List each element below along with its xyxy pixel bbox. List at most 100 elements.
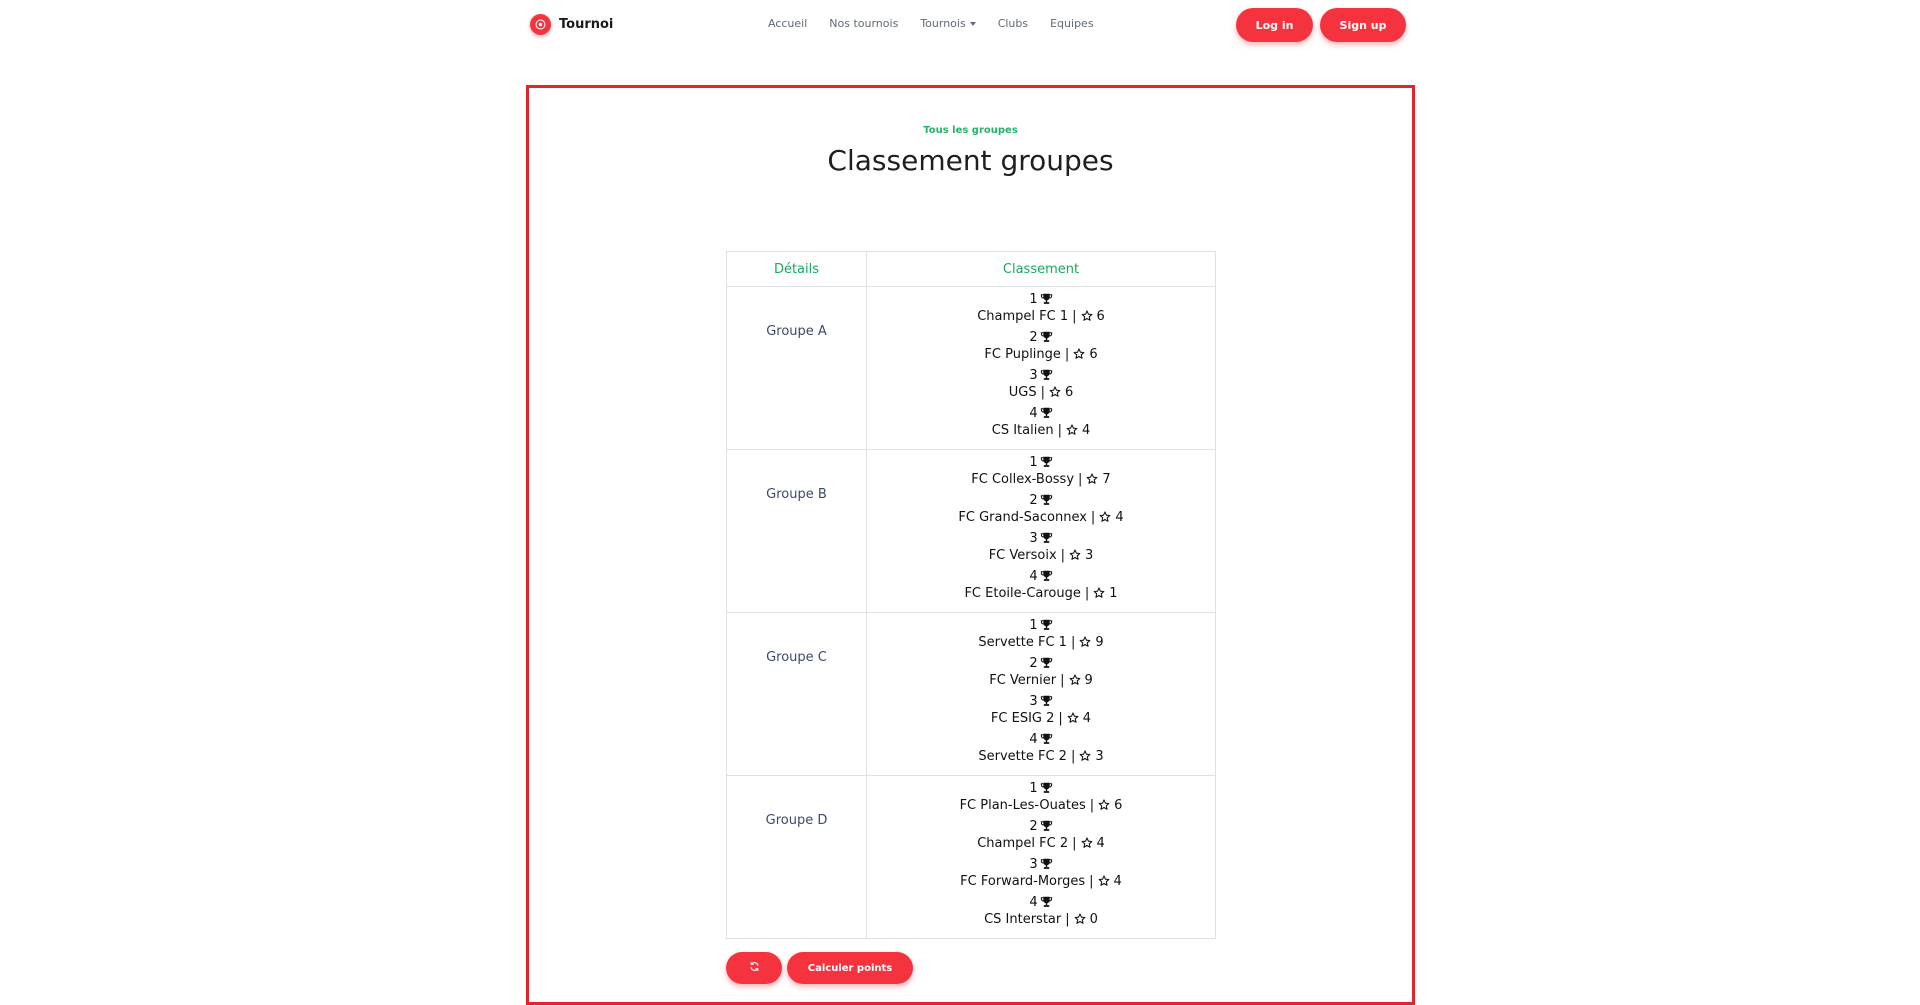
standing-team-line: FC Plan-Les-Ouates | 6 xyxy=(867,796,1215,814)
team-points: 1 xyxy=(1109,585,1118,601)
trophy-icon xyxy=(1040,532,1053,544)
trophy-icon xyxy=(1040,570,1053,582)
team-name: FC Vernier xyxy=(989,672,1057,688)
trophy-icon xyxy=(1040,331,1053,343)
star-icon xyxy=(1069,549,1081,561)
standing-rank-line: 4 xyxy=(867,405,1215,421)
standing-rank-line: 2 xyxy=(867,492,1215,508)
separator: | xyxy=(1089,797,1095,813)
team-name: CS Interstar xyxy=(984,911,1062,927)
team-name: FC Versoix xyxy=(988,547,1057,563)
trophy-icon xyxy=(1040,619,1053,631)
signup-button[interactable]: Sign up xyxy=(1320,8,1406,42)
standing-team-line: Servette FC 1 | 9 xyxy=(867,633,1215,651)
nav-dropdown-tournois-label: Tournois xyxy=(920,17,966,30)
standing-rank-line: 1 xyxy=(867,291,1215,307)
separator: | xyxy=(1040,384,1045,400)
column-header-details: Détails xyxy=(726,251,867,287)
standing-entry: 1 FC Collex-Bossy | 7 xyxy=(867,454,1215,492)
star-icon xyxy=(1079,750,1091,762)
standing-team-line: FC Vernier | 9 xyxy=(867,671,1215,689)
team-name: Servette FC 2 xyxy=(978,748,1067,764)
trophy-icon xyxy=(1040,858,1053,870)
standing-entry: 4 CS Italien | 4 xyxy=(867,405,1215,443)
star-icon xyxy=(1093,587,1105,599)
rank-number: 3 xyxy=(1029,530,1038,546)
rank-number: 1 xyxy=(1029,780,1038,796)
standing-entry: 2 FC Puplinge | 6 xyxy=(867,329,1215,367)
nav-dropdown-tournois[interactable]: Tournois xyxy=(920,17,976,30)
standing-rank-line: 3 xyxy=(867,530,1215,546)
standing-entry: 3 UGS | 6 xyxy=(867,367,1215,405)
rank-number: 3 xyxy=(1029,693,1038,709)
table-header-row: Détails Classement xyxy=(726,251,1216,287)
star-icon xyxy=(1069,674,1081,686)
standing-rank-line: 3 xyxy=(867,367,1215,383)
trophy-icon xyxy=(1040,407,1053,419)
rank-number: 2 xyxy=(1029,329,1038,345)
table-row: Groupe D 1 FC Plan-Les-Ouates | 6 2 Champel FC… xyxy=(726,775,1216,939)
group-name-cell: Groupe A xyxy=(726,286,867,450)
section-eyebrow: Tous les groupes xyxy=(923,125,1018,136)
separator: | xyxy=(1070,634,1076,650)
group-name-cell: Groupe B xyxy=(726,449,867,613)
standing-rank-line: 3 xyxy=(867,693,1215,709)
rank-number: 3 xyxy=(1029,367,1038,383)
team-name: FC Grand-Saconnex xyxy=(958,509,1087,525)
trophy-icon xyxy=(1040,782,1053,794)
group-name: Groupe A xyxy=(766,324,827,339)
separator: | xyxy=(1090,509,1096,525)
login-button[interactable]: Log in xyxy=(1236,8,1313,42)
team-name: FC Puplinge xyxy=(984,346,1061,362)
team-points: 4 xyxy=(1113,873,1122,889)
star-icon xyxy=(1081,310,1093,322)
table-body: Groupe A 1 Champel FC 1 | 6 2 FC Puplinge | 6 3 UG… xyxy=(726,286,1216,939)
separator: | xyxy=(1057,422,1062,438)
rank-number: 1 xyxy=(1029,617,1038,633)
group-standings-cell: 1 Servette FC 1 | 9 2 FC Vernier | 9 3 FC ESIG 2 |… xyxy=(866,612,1216,776)
team-points: 9 xyxy=(1095,634,1104,650)
rank-number: 4 xyxy=(1029,731,1038,747)
brand-link[interactable]: Tournoi xyxy=(530,13,613,35)
standing-team-line: FC ESIG 2 | 4 xyxy=(867,709,1215,727)
separator: | xyxy=(1072,835,1077,851)
rank-number: 4 xyxy=(1029,405,1038,421)
standing-rank-line: 4 xyxy=(867,731,1215,747)
standing-entry: 3 FC Forward-Morges | 4 xyxy=(867,856,1215,894)
group-name-cell: Groupe D xyxy=(726,775,867,939)
star-icon xyxy=(1073,348,1085,360)
brand-name: Tournoi xyxy=(559,16,614,32)
star-icon xyxy=(1067,712,1079,724)
star-icon xyxy=(1074,913,1086,925)
standing-rank-line: 2 xyxy=(867,329,1215,345)
standing-team-line: FC Etoile-Carouge | 1 xyxy=(867,584,1215,602)
team-name: Champel FC 2 xyxy=(977,835,1069,851)
nav-link-accueil[interactable]: Accueil xyxy=(768,17,807,30)
team-name: FC Collex-Bossy xyxy=(971,471,1075,487)
rank-number: 2 xyxy=(1029,818,1038,834)
star-icon xyxy=(1081,837,1093,849)
rank-number: 1 xyxy=(1029,454,1038,470)
standing-entry: 1 Champel FC 1 | 6 xyxy=(867,291,1215,329)
column-header-standings: Classement xyxy=(866,251,1216,287)
calculate-points-button[interactable]: Calculer points xyxy=(787,952,913,984)
team-points: 4 xyxy=(1082,710,1092,726)
nav-link-clubs[interactable]: Clubs xyxy=(998,17,1028,30)
standing-rank-line: 4 xyxy=(867,894,1215,910)
team-points: 7 xyxy=(1102,471,1111,487)
separator: | xyxy=(1058,710,1063,726)
standing-rank-line: 1 xyxy=(867,454,1215,470)
standing-entry: 1 FC Plan-Les-Ouates | 6 xyxy=(867,780,1215,818)
refresh-button[interactable] xyxy=(726,952,782,984)
team-name: FC Plan-Les-Ouates xyxy=(959,797,1086,813)
team-name: FC Etoile-Carouge xyxy=(964,585,1081,601)
group-name: Groupe D xyxy=(765,813,828,828)
standing-entry: 2 FC Grand-Saconnex | 4 xyxy=(867,492,1215,530)
standing-entry: 3 FC ESIG 2 | 4 xyxy=(867,693,1215,731)
nav-link-equipes[interactable]: Equipes xyxy=(1050,17,1093,30)
rank-number: 1 xyxy=(1029,291,1038,307)
trophy-icon xyxy=(1040,293,1053,305)
star-icon xyxy=(1049,386,1061,398)
nav-link-nos-tournois[interactable]: Nos tournois xyxy=(829,17,898,30)
table-row: Groupe B 1 FC Collex-Bossy | 7 2 FC Grand-Saco… xyxy=(726,449,1216,613)
